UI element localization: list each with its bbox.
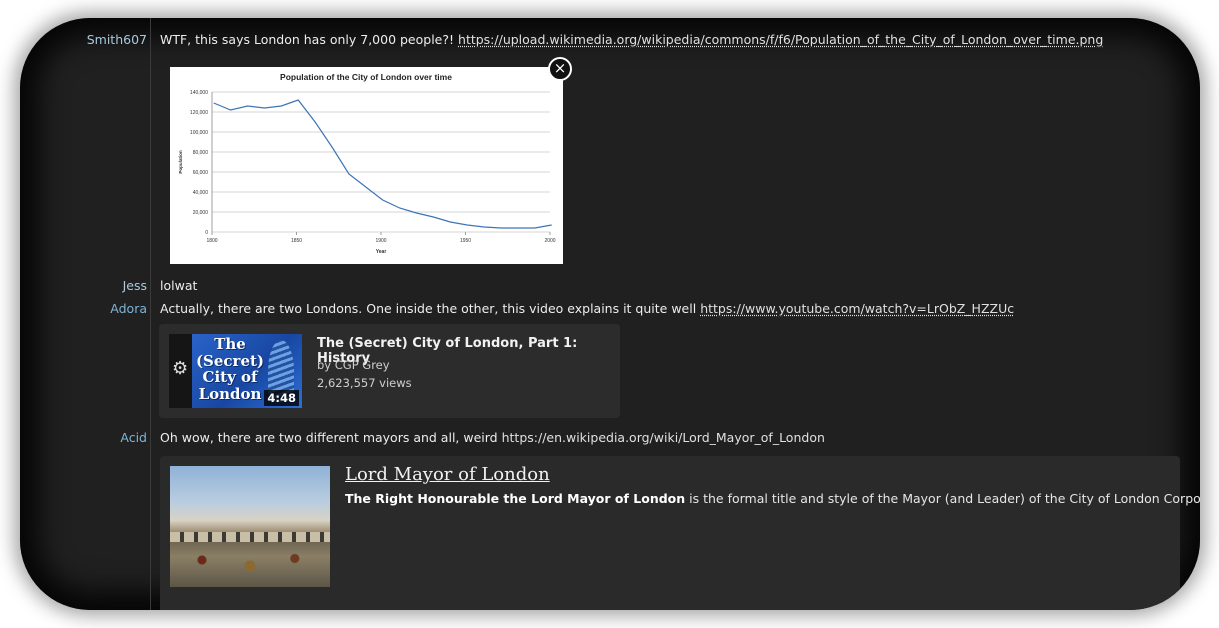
nick[interactable]: Adora	[20, 300, 147, 318]
y-axis-label: Population	[178, 150, 183, 173]
message-body: Oh wow, there are two different mayors a…	[160, 430, 498, 445]
message-body: lolwat	[160, 278, 198, 293]
nick[interactable]: Jess	[20, 277, 147, 295]
youtube-embed-card[interactable]: ⚙ The (Secret) City of London 4:48 The (…	[159, 324, 620, 418]
y-tick-label: 120,000	[190, 110, 208, 116]
x-axis-label: Year	[376, 249, 387, 255]
y-tick-label: 40,000	[193, 190, 209, 196]
message-link[interactable]: https://upload.wikimedia.org/wikipedia/c…	[458, 32, 1103, 47]
y-tick-label: 60,000	[193, 170, 209, 176]
y-tick-label: 20,000	[193, 210, 209, 216]
y-tick-label: 140,000	[190, 90, 208, 96]
message-body: WTF, this says London has only 7,000 peo…	[160, 32, 455, 47]
video-duration: 4:48	[264, 390, 299, 406]
message-link[interactable]: https://en.wikipedia.org/wiki/Lord_Mayor…	[502, 430, 825, 445]
video-views: 2,623,557 views	[317, 376, 412, 390]
x-tick-label: 1900	[375, 238, 386, 244]
x-tick-label: 1950	[460, 238, 471, 244]
series-line	[213, 99, 552, 229]
wiki-article-title[interactable]: Lord Mayor of London	[345, 464, 550, 485]
message-text: Actually, there are two Londons. One ins…	[160, 300, 1014, 318]
message-row: Jess lolwat	[20, 277, 1200, 295]
thumbnail-art: The (Secret) City of London 4:48	[192, 334, 302, 408]
bridge-painting-detail	[170, 532, 330, 542]
x-tick-label: 2000	[544, 238, 555, 244]
nick[interactable]: Acid	[20, 429, 147, 447]
chart-title: Population of the City of London over ti…	[280, 72, 452, 82]
boats-painting-detail	[170, 548, 330, 578]
wiki-extract: The Right Honourable the Lord Mayor of L…	[345, 491, 1200, 506]
message-row: Smith607 WTF, this says London has only …	[20, 31, 1200, 49]
image-preview[interactable]: Population of the City of London over ti…	[170, 67, 563, 264]
message-row: Acid Oh wow, there are two different may…	[20, 429, 1200, 447]
message-text: Oh wow, there are two different mayors a…	[160, 429, 825, 447]
wikipedia-embed-card[interactable]: Lord Mayor of London The Right Honourabl…	[160, 456, 1200, 610]
y-tick-label: 80,000	[193, 150, 209, 156]
message-text: WTF, this says London has only 7,000 peo…	[160, 31, 1103, 49]
x-tick-label: 1850	[291, 238, 302, 244]
close-icon: ×	[553, 59, 567, 77]
cgp-grey-logo-icon: ⚙	[172, 358, 189, 379]
x-tick-label: 1800	[206, 238, 217, 244]
wiki-extract-rest: is the formal title and style of the May…	[685, 491, 1200, 506]
video-thumbnail[interactable]: ⚙ The (Secret) City of London 4:48	[169, 334, 302, 408]
nick[interactable]: Smith607	[20, 31, 147, 49]
message-row: Adora Actually, there are two Londons. O…	[20, 300, 1200, 318]
thumbnail-title-art: The (Secret) City of London	[195, 335, 265, 403]
close-preview-button[interactable]: ×	[548, 57, 572, 81]
message-link[interactable]: https://www.youtube.com/watch?v=LrObZ_HZ…	[700, 301, 1014, 316]
wiki-extract-bold: The Right Honourable the Lord Mayor of L…	[345, 491, 686, 506]
wiki-thumbnail[interactable]	[170, 466, 330, 587]
y-tick-label: 100,000	[190, 130, 208, 136]
chat-window: Smith607 WTF, this says London has only …	[20, 18, 1200, 610]
population-chart: Population of the City of London over ti…	[178, 72, 556, 255]
y-tick-label: 0	[205, 230, 208, 236]
video-author: by CGP Grey	[317, 358, 390, 372]
message-body: Actually, there are two Londons. One ins…	[160, 301, 697, 316]
